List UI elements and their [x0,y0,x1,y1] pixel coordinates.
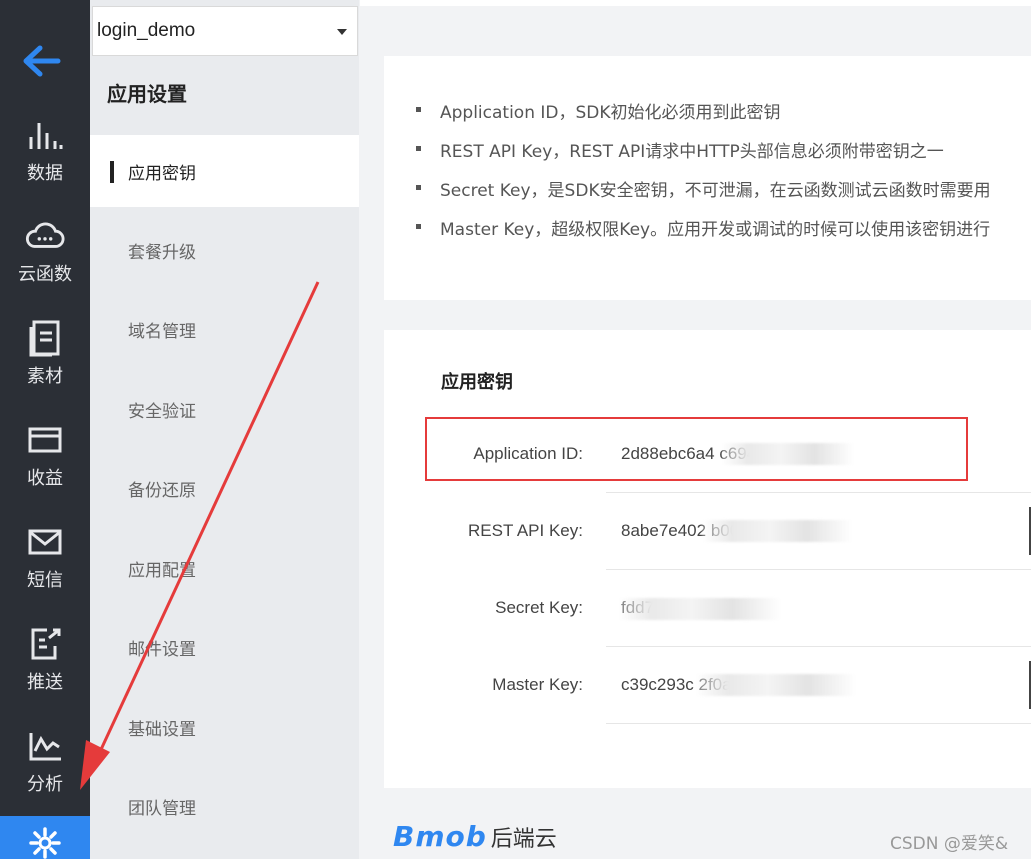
icon-rail: 数据 云函数 素材 收益 短信 推送 分析 [0,0,90,859]
back-arrow-icon[interactable] [22,44,62,78]
gear-icon [25,826,65,859]
line-chart-icon [25,726,65,766]
key-label: Secret Key: [495,598,583,617]
rail-item-label: 素材 [27,366,63,387]
push-edit-icon [25,624,65,664]
chevron-down-icon [337,29,347,35]
key-row-rest-api-key: REST API Key: 8abe7e402 b0093f35 [384,493,1031,570]
mail-icon [25,522,65,562]
sidebar-item-app-keys[interactable]: 应用密钥 [90,135,359,207]
key-notes-list: Application ID，SDK初始化必须用到此密钥 REST API Ke… [416,98,991,254]
sidebar-item-team[interactable]: 团队管理 [90,770,359,842]
cloud-icon [25,216,65,256]
sidebar-item-label: 应用配置 [128,560,196,581]
sidebar-item-label: 套餐升级 [128,242,196,263]
logo-brand: Bmob [393,820,487,853]
credit-card-icon [25,420,65,460]
redaction-blur [696,674,856,696]
key-notes-card: Application ID，SDK初始化必须用到此密钥 REST API Ke… [384,56,1031,300]
top-strip [360,0,1031,6]
sidebar-item-security[interactable]: 安全验证 [90,373,359,445]
sidebar-item-backup[interactable]: 备份还原 [90,452,359,524]
rail-item-sms[interactable]: 短信 [0,522,90,614]
sidebar-item-mail[interactable]: 邮件设置 [90,611,359,683]
sidebar-item-label: 团队管理 [128,798,196,819]
bmob-logo: Bmob 后端云 [393,820,557,853]
rail-item-label: 短信 [27,570,63,591]
list-item: Master Key，超级权限Key。应用开发或调试的时候可以使用该密钥进行 [416,215,991,254]
sidebar-section-title: 应用设置 [107,82,187,106]
sidebar-item-label: 备份还原 [128,480,196,501]
rail-item-label: 分析 [27,774,63,795]
sidebar-item-domain[interactable]: 域名管理 [90,293,359,365]
app-keys-card: 应用密钥 Application ID: 2d88ebc6a4 c694e0e0… [384,330,1031,788]
key-label: Master Key: [492,675,583,694]
redaction-blur [619,598,781,620]
highlight-box [425,417,968,481]
app-selector-value: login_demo [97,20,196,41]
rail-item-revenue[interactable]: 收益 [0,420,90,512]
sidebar-item-label: 基础设置 [128,719,196,740]
row-divider [606,723,1031,724]
rail-item-material[interactable]: 素材 [0,318,90,410]
sidebar-item-label: 应用密钥 [128,163,196,184]
rail-item-push[interactable]: 推送 [0,624,90,716]
sidebar-item-app-config[interactable]: 应用配置 [90,532,359,604]
sidebar-item-label: 安全验证 [128,401,196,422]
rail-item-label: 云函数 [18,264,72,285]
sidebar-item-plan-upgrade[interactable]: 套餐升级 [90,214,359,286]
watermark: CSDN @爱笑& [890,834,1009,854]
key-row-master-key: Master Key: c39c293c 2f0a2395 [384,647,1031,724]
app-selector[interactable]: login_demo [92,6,358,56]
list-item: REST API Key，REST API请求中HTTP头部信息必须附带密钥之一 [416,137,991,176]
sidebar-item-label: 域名管理 [128,321,196,342]
sidebar-item-label: 邮件设置 [128,639,196,660]
list-item: Secret Key，是SDK安全密钥，不可泄漏，在云函数测试云函数时需要用 [416,176,991,215]
rail-item-cloud-function[interactable]: 云函数 [0,216,90,308]
key-label: REST API Key: [468,521,583,540]
sidebar-item-basic[interactable]: 基础设置 [90,691,359,763]
key-row-secret-key: Secret Key: fdd7459d [384,570,1031,647]
settings-sidebar: login_demo 应用设置 应用密钥 套餐升级 域名管理 安全验证 备份还原… [90,0,359,859]
rail-item-label: 收益 [27,468,63,489]
rail-item-settings[interactable] [0,816,90,859]
logo-suffix: 后端云 [490,827,557,852]
active-indicator [110,161,114,183]
rail-item-label: 推送 [27,672,63,693]
redaction-blur [702,520,852,542]
rail-item-analytics[interactable]: 分析 [0,726,90,818]
list-item: Application ID，SDK初始化必须用到此密钥 [416,98,991,137]
rail-item-data[interactable]: 数据 [0,115,90,207]
document-icon [25,318,65,358]
keys-card-title: 应用密钥 [441,372,513,393]
bar-chart-icon [25,115,65,155]
rail-item-label: 数据 [27,163,63,184]
